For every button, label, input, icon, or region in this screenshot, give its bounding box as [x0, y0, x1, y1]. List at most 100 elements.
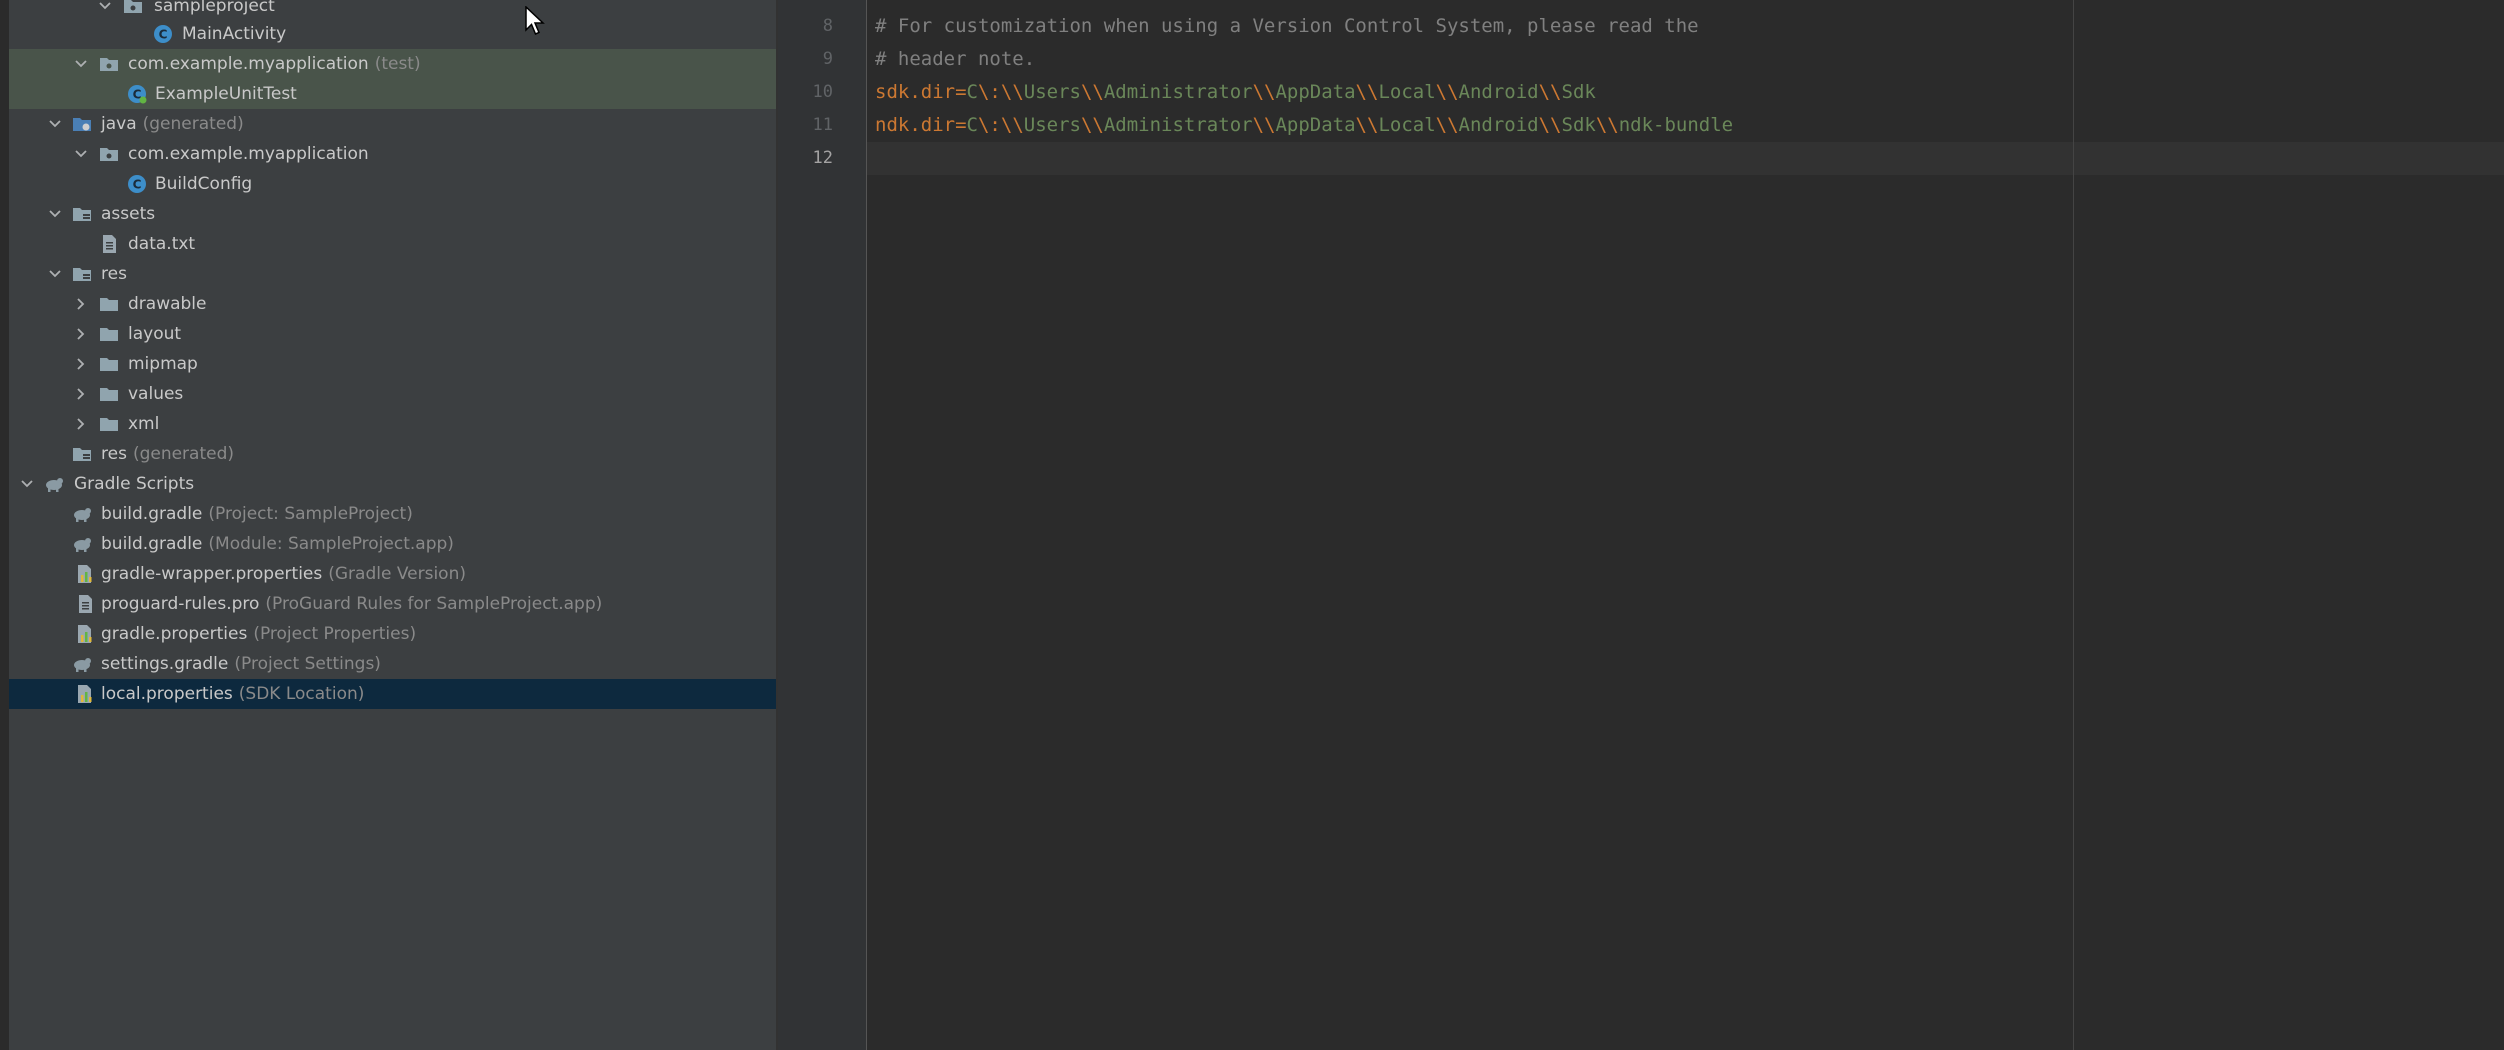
folder-icon [99, 294, 119, 314]
tree-row-label: values [128, 384, 184, 404]
tree-row-proguard-rules[interactable]: proguard-rules.pro (ProGuard Rules for Sa… [9, 589, 776, 619]
tree-row-test-package[interactable]: com.example.myapplication (test) [9, 49, 776, 79]
tree-row-label: mipmap [128, 354, 198, 374]
tree-row-build-gradle-module[interactable]: build.gradle (Module: SampleProject.app) [9, 529, 776, 559]
tree-row-label: xml [128, 414, 160, 434]
tree-row-assets[interactable]: assets [9, 199, 776, 229]
code-line-sdk-dir[interactable]: sdk.dir=C\:\\Users\\Administrator\\AppDa… [875, 76, 1596, 109]
chevron-right-icon[interactable] [71, 379, 91, 409]
escape-sequence: \\ [1435, 81, 1459, 103]
svg-text:C: C [159, 28, 168, 42]
property-value: C\:\\Users\\Administrator\\AppData\\Loca… [966, 114, 1734, 136]
escape-sequence: \\ [1000, 114, 1024, 136]
generated-source-folder-icon [72, 114, 92, 134]
package-folder-icon [99, 144, 119, 164]
gradle-icon [44, 474, 64, 494]
tree-row-label: gradle.properties (Project Properties) [101, 624, 417, 644]
tree-row-label: com.example.myapplication [128, 144, 369, 164]
property-separator: = [955, 114, 967, 136]
resource-folder-icon [72, 204, 92, 224]
tree-row-xml[interactable]: xml [9, 409, 776, 439]
escape-sequence: \: [977, 81, 1001, 103]
properties-file-icon [75, 564, 95, 584]
escape-sequence: \\ [1355, 114, 1379, 136]
code-line-comment[interactable]: # For customization when using a Version… [875, 10, 1699, 43]
text-file-icon [75, 594, 95, 614]
tree-row-label: assets [101, 204, 156, 224]
tree-row-package[interactable]: com.example.myapplication [9, 139, 776, 169]
tree-row-label: layout [128, 324, 182, 344]
properties-file-icon [75, 684, 95, 704]
chevron-right-icon[interactable] [71, 319, 91, 349]
right-margin-guide [2073, 0, 2074, 1050]
tree-row-label: local.properties (SDK Location) [101, 684, 365, 704]
chevron-down-icon[interactable] [45, 199, 65, 229]
tree-row-res-generated[interactable]: res (generated) [9, 439, 776, 469]
tree-row-mipmap[interactable]: mipmap [9, 349, 776, 379]
tree-row-res[interactable]: res [9, 259, 776, 289]
tree-row-buildconfig[interactable]: C BuildConfig [9, 169, 776, 199]
tree-row-exampleunittest[interactable]: C ExampleUnitTest [9, 79, 776, 109]
code-line-ndk-dir[interactable]: ndk.dir=C\:\\Users\\Administrator\\AppDa… [875, 109, 1733, 142]
package-folder-icon [123, 0, 143, 16]
tree-row-label: MainActivity [182, 24, 287, 44]
tree-row-label: Gradle Scripts [74, 474, 195, 494]
code-line-comment[interactable]: # header note. [875, 43, 1035, 76]
tree-row-build-gradle-project[interactable]: build.gradle (Project: SampleProject) [9, 499, 776, 529]
tree-row-label: drawable [128, 294, 207, 314]
resource-folder-icon [72, 264, 92, 284]
escape-sequence: \\ [1080, 114, 1104, 136]
tree-row-sampleproject[interactable]: sampleproject [9, 0, 776, 21]
property-separator: = [955, 81, 967, 103]
chevron-down-icon[interactable] [17, 469, 37, 499]
folder-icon [99, 354, 119, 374]
property-key: ndk.dir [875, 114, 956, 136]
tree-row-layout[interactable]: layout [9, 319, 776, 349]
chevron-down-icon[interactable] [71, 49, 91, 79]
class-icon: C [153, 24, 173, 44]
tree-row-label: gradle-wrapper.properties (Gradle Version… [101, 564, 466, 584]
test-class-icon: C [127, 84, 147, 104]
gradle-icon [72, 654, 92, 674]
chevron-down-icon[interactable] [45, 109, 65, 139]
tree-row-local-properties[interactable]: local.properties (SDK Location) [9, 679, 776, 709]
escape-sequence: \\ [1538, 81, 1562, 103]
tree-row-gradle-properties[interactable]: gradle.properties (Project Properties) [9, 619, 776, 649]
tree-row-label: build.gradle (Module: SampleProject.app) [101, 534, 454, 554]
chevron-right-icon[interactable] [71, 289, 91, 319]
line-number: 8 [822, 16, 833, 36]
escape-sequence: \\ [1252, 114, 1276, 136]
tree-row-data-txt[interactable]: data.txt [9, 229, 776, 259]
gradle-icon [72, 504, 92, 524]
line-number-current: 12 [812, 148, 833, 168]
tree-row-label: build.gradle (Project: SampleProject) [101, 504, 413, 524]
left-tool-strip [0, 0, 9, 1050]
line-number: 11 [812, 115, 833, 135]
tree-row-java-generated[interactable]: java (generated) [9, 109, 776, 139]
chevron-down-icon[interactable] [45, 259, 65, 289]
tree-row-label: ExampleUnitTest [155, 84, 297, 104]
tree-row-values[interactable]: values [9, 379, 776, 409]
chevron-down-icon[interactable] [71, 139, 91, 169]
chevron-right-icon[interactable] [71, 349, 91, 379]
tree-row-drawable[interactable]: drawable [9, 289, 776, 319]
escape-sequence: \\ [1252, 81, 1276, 103]
tree-row-label: sampleproject [154, 0, 275, 16]
tree-row-label: res [101, 264, 127, 284]
tree-row-gradle-wrapper-properties[interactable]: gradle-wrapper.properties (Gradle Version… [9, 559, 776, 589]
escape-sequence: \\ [1595, 114, 1619, 136]
tree-row-gradle-scripts[interactable]: Gradle Scripts [9, 469, 776, 499]
comment-text: # header note. [875, 48, 1036, 70]
tree-row-settings-gradle[interactable]: settings.gradle (Project Settings) [9, 649, 776, 679]
project-tree[interactable]: sampleproject C MainActivity com.example… [9, 0, 776, 1050]
package-folder-icon [99, 54, 119, 74]
comment-text: # For customization when using a Version… [875, 15, 1699, 37]
chevron-right-icon[interactable] [71, 409, 91, 439]
tree-row-mainactivity[interactable]: C MainActivity [9, 19, 776, 49]
escape-sequence: \\ [1080, 81, 1104, 103]
tree-row-label: res (generated) [101, 444, 235, 464]
class-icon: C [127, 174, 147, 194]
chevron-down-icon[interactable] [95, 0, 115, 21]
svg-text:C: C [133, 178, 142, 192]
properties-file-icon [75, 624, 95, 644]
